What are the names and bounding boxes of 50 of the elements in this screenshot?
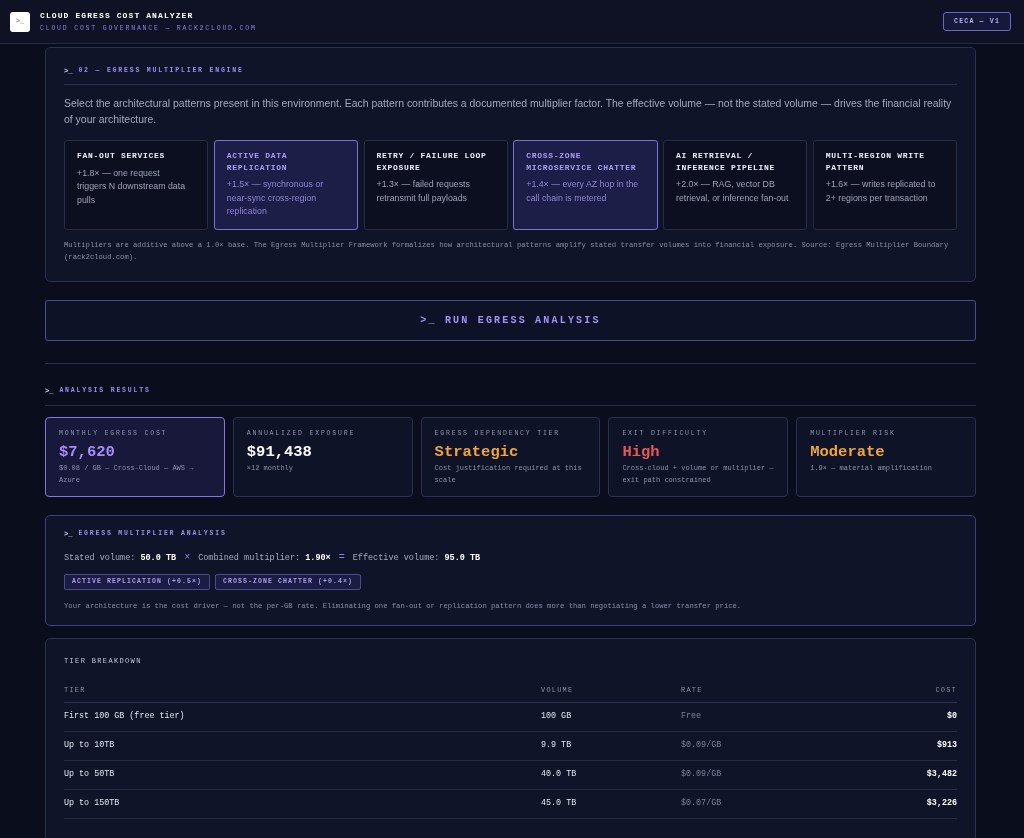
pattern-description: +1.5× — synchronous or near-sync cross-region replication [226, 178, 325, 218]
metric-value: $91,438 [246, 442, 312, 461]
pattern-card[interactable]: CROSS-ZONE MICROSERVICE CHATTER +1.4× — every AZ hop in the call chain is metered [513, 140, 658, 230]
table-cell-text: Up to 150TB [64, 797, 121, 810]
operator-sign: × [184, 550, 191, 565]
table-cell-text: 9.9 TB [541, 739, 573, 752]
metric-value: Moderate [810, 442, 885, 461]
table-cell-text: Up to 10TB [64, 739, 116, 752]
operator-sign: = [338, 550, 345, 565]
table-cell-text: Up to 50TB [64, 768, 116, 781]
table-cell-text: $3,482 [925, 768, 957, 781]
table-cell-text: $913 [935, 739, 957, 752]
equation-value: 50.0 TB [140, 551, 177, 565]
table-cell-text: Free [681, 710, 703, 723]
table-cell-text: $0.07/GB [681, 797, 723, 810]
pattern-title: AI RETRIEVAL / INFERENCE PIPELINE [676, 150, 776, 173]
pattern-description: +1.4× — every AZ hop in the call chain is metered [526, 178, 640, 205]
table-cell-text: $0.09/GB [681, 739, 723, 752]
metric-value: High [622, 442, 660, 461]
intro-paragraph: Select the architectural patterns present in this environment. Each pattern contributes a documented multiplier factor. The effective volume — not the stated volume — drives the financial reality of your architecture. [64, 97, 953, 127]
metric-value: Strategic [434, 442, 519, 461]
pattern-title: CROSS-ZONE MICROSERVICE CHATTER [526, 150, 638, 173]
equation-value: 1.90× [305, 551, 331, 565]
app-title: CLOUD EGRESS COST ANALYZER [40, 10, 195, 21]
pattern-title: RETRY / FAILURE LOOP EXPOSURE [376, 150, 488, 173]
equation-label: Stated volume: [64, 551, 136, 565]
pattern-title: MULTI-REGION WRITE PATTERN [825, 150, 926, 173]
table-cell-text: 100 GB [541, 710, 573, 723]
equation-value: 95.0 TB [444, 551, 481, 565]
pattern-description: +1.8× — one request triggers N downstream data pulls [77, 166, 187, 207]
table-cell-text: 45.0 TB [541, 797, 578, 810]
pattern-title: FAN-OUT SERVICES [77, 150, 165, 162]
pattern-card[interactable]: ACTIVE DATA REPLICATION +1.5× — synchronous or near-sync cross-region replication [213, 140, 358, 230]
equation-label: Combined multiplier: [198, 551, 301, 565]
pattern-card[interactable]: FAN-OUT SERVICES +1.8× — one request triggers N downstream data pulls [64, 140, 209, 230]
table-cell-text: $3,226 [925, 797, 957, 810]
run-analysis-button[interactable]: >_ RUN EGRESS ANALYSIS [45, 299, 976, 341]
pattern-card[interactable]: AI RETRIEVAL / INFERENCE PIPELINE +2.0× — RAG, vector DB retrieval, or inference fan-out [663, 140, 808, 230]
pattern-card[interactable]: MULTI-REGION WRITE PATTERN +1.6× — writes replicated to 2+ regions per transaction [812, 140, 957, 230]
table-cell-text: First 100 GB (free tier) [64, 710, 186, 723]
pattern-description: +2.0× — RAG, vector DB retrieval, or inference fan-out [676, 178, 790, 205]
table-cell-text: 40.0 TB [541, 768, 578, 781]
pattern-description: +1.3× — failed requests retransmit full payloads [376, 178, 471, 205]
table-cell-text: $0 [945, 710, 957, 723]
pattern-card[interactable]: RETRY / FAILURE LOOP EXPOSURE +1.3× — failed requests retransmit full payloads [363, 140, 508, 230]
metric-value: $7,620 [59, 442, 115, 461]
pattern-description: +1.6× — writes replicated to 2+ regions per transaction [825, 178, 937, 205]
equation-label: Effective volume: [352, 551, 440, 565]
pattern-title: ACTIVE DATA REPLICATION [226, 150, 289, 173]
table-cell-text: $0.09/GB [681, 768, 723, 781]
